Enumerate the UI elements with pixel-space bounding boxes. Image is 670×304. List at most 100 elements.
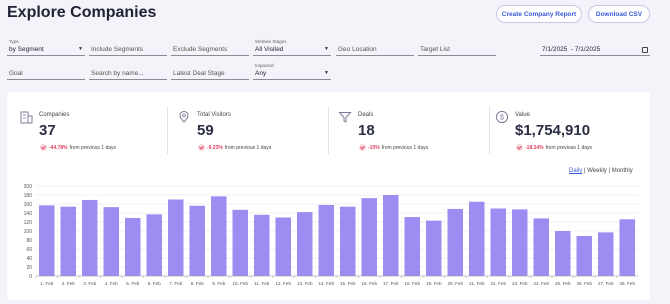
latest-deal-stage-field[interactable]: Latest Deal Stage xyxy=(171,64,249,80)
download-csv-button[interactable]: Download CSV xyxy=(588,5,650,23)
period-daily[interactable]: Daily xyxy=(569,168,582,174)
impacted-value: Any xyxy=(255,70,267,77)
bar[interactable] xyxy=(211,196,227,276)
funnel-icon xyxy=(338,112,352,123)
trend-down-icon xyxy=(40,144,47,151)
type-value: by Segment xyxy=(9,46,44,53)
x-tick-label: 13. Feb xyxy=(297,281,313,286)
change-suffix: from previous 1 days xyxy=(545,144,593,151)
period-separator: | xyxy=(584,168,586,174)
bar[interactable] xyxy=(426,220,442,276)
date-range-field[interactable]: 7/1/2025 - 7/1/2025 xyxy=(540,40,650,56)
bar[interactable] xyxy=(232,209,248,276)
x-tick-label: 6. Feb xyxy=(148,281,161,286)
change-percent: -18.34% xyxy=(525,144,544,151)
x-tick-label: 12. Feb xyxy=(275,281,291,286)
bar[interactable] xyxy=(168,199,184,277)
x-tick-label: 26. Feb xyxy=(576,281,592,286)
bar[interactable] xyxy=(103,207,119,276)
building-icon xyxy=(20,111,33,124)
stat-value: 59 xyxy=(197,122,214,139)
bar[interactable] xyxy=(619,219,635,276)
x-tick-label: 21. Feb xyxy=(469,281,485,286)
change-suffix: from previous 1 days xyxy=(381,144,429,151)
impacted-select[interactable]: Impacted Any ▼ xyxy=(253,63,331,80)
x-tick-label: 3. Feb xyxy=(83,281,96,286)
y-tick-label: 200 xyxy=(24,184,33,190)
x-tick-label: 25. Feb xyxy=(555,281,571,286)
y-tick-label: 180 xyxy=(24,193,33,199)
stat-change: -18.34% from previous 1 days xyxy=(516,144,592,151)
x-tick-label: 16. Feb xyxy=(361,281,377,286)
bar[interactable] xyxy=(318,204,334,276)
stat-label: Total Visitors xyxy=(197,112,231,118)
stat-change: -10% from previous 1 days xyxy=(359,144,428,151)
bar[interactable] xyxy=(447,208,463,276)
stat-value: 37 xyxy=(39,122,56,139)
x-tick-label: 20. Feb xyxy=(447,281,463,286)
divider xyxy=(167,106,168,154)
x-tick-label: 27. Feb xyxy=(598,281,614,286)
svg-text:$: $ xyxy=(500,114,504,121)
bar[interactable] xyxy=(469,201,485,276)
stat-label: Companies xyxy=(39,112,70,118)
geo-location-field[interactable]: Geo Location xyxy=(336,40,414,56)
bar[interactable] xyxy=(576,235,592,276)
x-tick-label: 10. Feb xyxy=(232,281,248,286)
x-tick-label: 24. Feb xyxy=(533,281,549,286)
type-select[interactable]: Type by Segment ▼ xyxy=(7,39,85,56)
bar[interactable] xyxy=(275,217,291,277)
divider xyxy=(489,106,490,154)
x-tick-label: 14. Feb xyxy=(318,281,334,286)
period-weekly[interactable]: Weekly xyxy=(587,168,607,174)
y-tick-label: 120 xyxy=(24,220,33,226)
x-tick-label: 5. Feb xyxy=(126,281,139,286)
create-company-report-button[interactable]: Create Company Report xyxy=(496,5,582,23)
x-tick-label: 7. Feb xyxy=(169,281,182,286)
website-stages-select[interactable]: Website Stages All Visited ▼ xyxy=(253,39,331,56)
exclude-segments-field[interactable]: Exclude Segments xyxy=(171,40,249,56)
bar[interactable] xyxy=(82,199,98,276)
bar[interactable] xyxy=(598,232,614,276)
goal-field[interactable]: Goal xyxy=(7,64,85,80)
bar[interactable] xyxy=(512,209,528,276)
impacted-label: Impacted xyxy=(255,63,274,68)
x-tick-label: 11. Feb xyxy=(254,281,270,286)
y-tick-label: 0 xyxy=(29,274,32,280)
bar[interactable] xyxy=(254,214,270,276)
bar[interactable] xyxy=(490,208,506,277)
bar[interactable] xyxy=(146,214,162,276)
bar[interactable] xyxy=(361,198,377,276)
latest-deal-stage-placeholder: Latest Deal Stage xyxy=(173,70,225,77)
search-input[interactable]: Search by name... xyxy=(89,64,167,80)
geo-location-placeholder: Geo Location xyxy=(338,46,377,53)
calendar-icon[interactable] xyxy=(642,47,648,53)
bar[interactable] xyxy=(125,217,141,276)
bar[interactable] xyxy=(555,231,571,276)
location-pin-icon xyxy=(179,110,189,123)
page-title: Explore Companies xyxy=(7,4,157,21)
include-segments-field[interactable]: Include Segments xyxy=(89,40,167,56)
period-separator: | xyxy=(608,168,611,174)
bar[interactable] xyxy=(404,217,420,276)
bar[interactable] xyxy=(189,205,205,276)
change-suffix: from previous 1 days xyxy=(69,144,117,151)
stat-label: Value xyxy=(515,112,530,118)
chevron-down-icon: ▼ xyxy=(78,46,83,52)
target-list-field[interactable]: Target List xyxy=(418,40,496,56)
y-tick-label: 140 xyxy=(24,211,33,217)
bar[interactable] xyxy=(533,218,549,276)
x-tick-label: 9. Feb xyxy=(212,281,225,286)
x-tick-label: 19. Feb xyxy=(426,281,442,286)
y-tick-label: 60 xyxy=(26,247,32,253)
period-toggle: Daily | Weekly | Monthly xyxy=(569,168,633,174)
period-monthly[interactable]: Monthly xyxy=(612,168,633,174)
chevron-down-icon: ▼ xyxy=(324,46,329,52)
bar[interactable] xyxy=(297,212,313,276)
y-tick-label: 20 xyxy=(26,265,32,271)
bar[interactable] xyxy=(383,195,399,276)
bar[interactable] xyxy=(60,206,76,276)
bar[interactable] xyxy=(39,205,55,276)
x-tick-label: 23. Feb xyxy=(512,281,528,286)
bar[interactable] xyxy=(340,206,356,276)
